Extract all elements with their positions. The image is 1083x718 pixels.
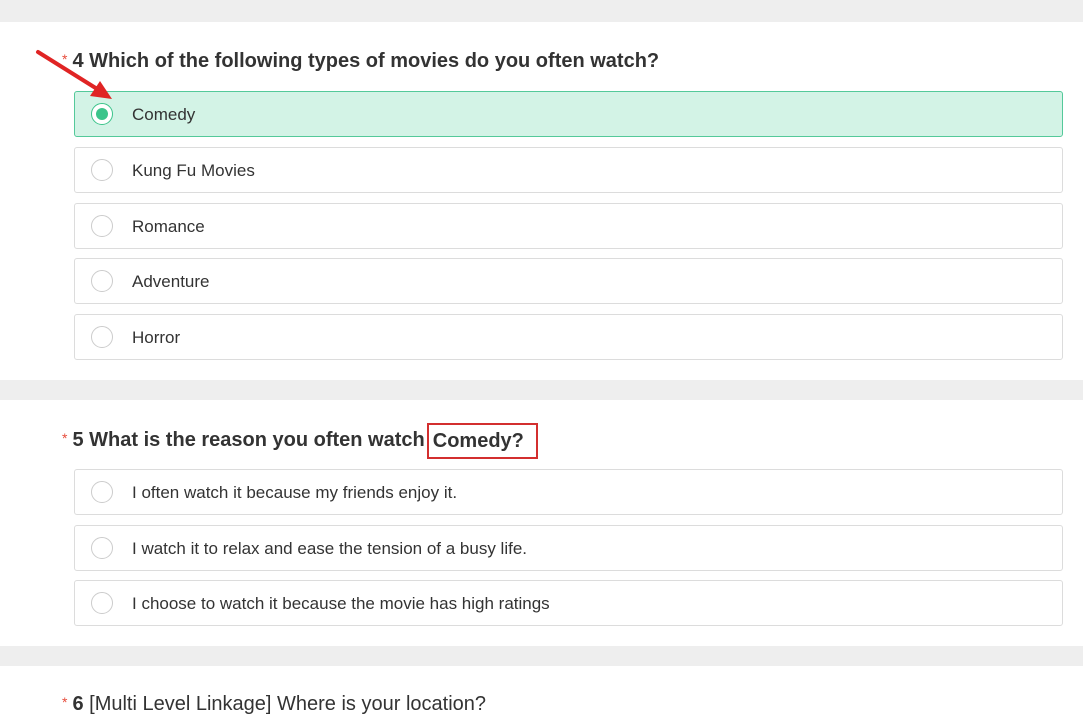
question-6-title: * 6 [Multi Level Linkage] Where is your l… — [62, 692, 486, 717]
radio-button[interactable] — [91, 159, 113, 181]
option-label: Horror — [132, 328, 181, 347]
annotation-arrow-icon — [36, 50, 112, 99]
option-label: Kung Fu Movies — [132, 161, 255, 180]
option-label: I often watch it because my friends enjo… — [132, 483, 458, 502]
required-star: * — [62, 430, 68, 446]
radio-button[interactable] — [91, 270, 113, 292]
option-comedy[interactable]: Comedy — [74, 91, 1063, 137]
option-label: I watch it to relax and ease the tension… — [132, 539, 528, 558]
option-label: Romance — [132, 217, 205, 236]
question-text: [Multi Level Linkage] Where is your loca… — [89, 693, 487, 715]
option-adventure[interactable]: Adventure — [74, 258, 1063, 304]
radio-button[interactable] — [91, 215, 113, 237]
question-number: 6 — [72, 693, 84, 715]
radio-button[interactable] — [91, 592, 113, 614]
radio-button[interactable] — [91, 326, 113, 348]
option-friends-enjoy[interactable]: I often watch it because my friends enjo… — [74, 469, 1063, 515]
question-text: What is the reason you often watch — [89, 429, 425, 451]
option-label: I choose to watch it because the movie h… — [132, 594, 550, 613]
question-text: Which of the following types of movies d… — [89, 50, 660, 72]
required-star: * — [62, 694, 68, 710]
option-label: Comedy — [132, 105, 196, 124]
option-high-ratings[interactable]: I choose to watch it because the movie h… — [74, 580, 1063, 626]
section-divider — [0, 0, 1083, 22]
question-number: 5 — [72, 429, 84, 451]
highlight-box: Comedy? — [426, 423, 538, 459]
question-5-title: * 5 What is the reason you often watch Com… — [62, 422, 538, 459]
question-4-title: * 4 Which of the following types of movie… — [62, 49, 659, 74]
option-romance[interactable]: Romance — [74, 203, 1063, 249]
radio-button[interactable] — [91, 537, 113, 559]
radio-button[interactable] — [91, 481, 113, 503]
highlighted-answer: Comedy? — [432, 430, 524, 452]
section-divider — [0, 646, 1083, 666]
section-divider — [0, 380, 1083, 400]
option-horror[interactable]: Horror — [74, 314, 1063, 360]
option-kung-fu-movies[interactable]: Kung Fu Movies — [74, 147, 1063, 193]
option-relax[interactable]: I watch it to relax and ease the tension… — [74, 525, 1063, 571]
option-label: Adventure — [132, 272, 210, 291]
